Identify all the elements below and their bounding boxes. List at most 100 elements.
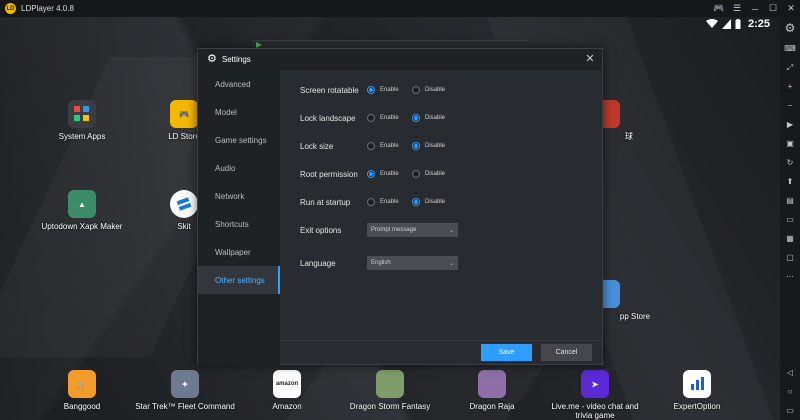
dialog-header: ⚙ Settings ✕ [198,49,602,70]
gear-icon: ⚙ [207,53,217,65]
app-label: Star Trek™ Fleet Command [135,402,235,411]
radio-disable[interactable]: Disable [412,198,457,206]
maximize-icon[interactable]: ☐ [764,0,782,17]
sync-icon[interactable]: ▭ [780,210,800,229]
volume-up-icon[interactable]: + [780,77,800,96]
app-label: Dragon Raja [469,402,515,411]
ldplayer-logo-icon: LD [5,3,16,14]
volume-down-icon[interactable]: − [780,96,800,115]
record-icon[interactable]: ▶ [780,115,800,134]
gamepad-icon[interactable]: 🎮 [710,0,728,17]
apk-install-icon[interactable]: ⬆ [780,172,800,191]
nav-item-shortcuts[interactable]: Shortcuts [198,210,280,238]
fullscreen-icon[interactable]: ⤢ [780,58,800,77]
recents-icon[interactable]: ▭ [780,401,800,420]
nav-item-other-settings[interactable]: Other settings [198,266,280,294]
option-run-at-startup: Run at startup Enable Disable [300,195,457,209]
uptodown-icon: ▲ [68,190,96,218]
wifi-icon [705,19,718,28]
option-exit-options: Exit options Prompt message ⌄ [300,223,458,237]
star-trek-icon: ✦ [171,370,199,398]
radio-enable[interactable]: Enable [367,114,412,122]
save-button[interactable]: Save [481,344,532,361]
menu-icon[interactable]: ☰ [728,0,746,17]
app-label: Uptodown Xapk Maker [41,222,123,231]
expertoption-icon [683,370,711,398]
app-label: Amazon [272,402,302,411]
more-icon[interactable]: ⋯ [780,267,800,286]
app-uptodown[interactable]: ▲ Uptodown Xapk Maker [32,190,132,231]
operation-record-icon[interactable]: ▦ [780,229,800,248]
shake-icon[interactable]: ↻ [780,153,800,172]
app-label: 球 [625,132,633,141]
app-star-trek[interactable]: ✦ Star Trek™ Fleet Command [135,370,235,411]
nav-item-network[interactable]: Network [198,182,280,210]
option-label: Lock landscape [300,113,356,123]
settings-body: Screen rotatable Enable Disable Lock lan… [280,70,602,340]
radio-disable[interactable]: Disable [412,170,457,178]
app-banggood[interactable]: 🛒 Banggood [32,370,132,411]
radio-disable[interactable]: Disable [412,114,457,122]
folder-icon[interactable]: ▢ [780,248,800,267]
select-value: Prompt message [371,227,417,233]
radio-enable[interactable]: Enable [367,198,412,206]
radio-enable[interactable]: Enable [367,170,412,178]
close-icon[interactable]: ✕ [584,53,596,65]
app-dragon-raja[interactable]: Dragon Raja [442,370,542,411]
status-time: 2:25 [747,18,770,30]
radio-disable[interactable]: Disable [412,86,457,94]
settings-dialog: ⚙ Settings ✕ Advanced Model Game setting… [197,48,603,365]
back-icon[interactable]: ◁ [780,363,800,382]
nav-item-advanced[interactable]: Advanced [198,70,280,98]
nav-item-model[interactable]: Model [198,98,280,126]
language-select[interactable]: English ⌄ [367,256,458,270]
window-title-bar: LD LDPlayer 4.0.8 🎮 ☰ ─ ☐ ✕ [0,0,800,17]
option-root-permission: Root permission Enable Disable [300,167,457,181]
minimize-icon[interactable]: ─ [746,0,764,17]
signal-icon [721,19,731,29]
app-expertoption[interactable]: ExpertOption [647,370,747,411]
dragon-storm-icon [376,370,404,398]
exit-options-select[interactable]: Prompt message ⌄ [367,223,458,237]
app-label: Skit [177,222,191,231]
app-label: Banggood [63,402,101,411]
option-lock-size: Lock size Enable Disable [300,139,457,153]
radio-enable[interactable]: Enable [367,86,412,94]
home-icon[interactable]: ○ [780,382,800,401]
close-window-icon[interactable]: ✕ [782,0,800,17]
nav-item-audio[interactable]: Audio [198,154,280,182]
radio-dot-icon [412,114,420,122]
system-apps-icon [68,100,96,128]
option-language: Language English ⌄ [300,256,458,270]
ld-store-icon: 🎮 [170,100,198,128]
radio-dot-icon [412,142,420,150]
app-system-apps[interactable]: System Apps [32,100,132,141]
radio-enable[interactable]: Enable [367,142,412,150]
app-label: ExpertOption [673,402,721,411]
app-liveme[interactable]: ➤ Live.me - video chat and trivia game [545,370,645,420]
cancel-button[interactable]: Cancel [541,344,592,361]
nav-item-wallpaper[interactable]: Wallpaper [198,238,280,266]
screenshot-icon[interactable]: ▣ [780,134,800,153]
nav-item-game-settings[interactable]: Game settings [198,126,280,154]
option-screen-rotatable: Screen rotatable Enable Disable [300,83,457,97]
app-label: Live.me - video chat and trivia game [551,402,639,420]
multi-instance-icon[interactable]: ▤ [780,191,800,210]
app-dragon-storm[interactable]: Dragon Storm Fantasy [340,370,440,411]
radio-dot-icon [367,142,375,150]
radio-dot-icon [367,86,375,94]
app-amazon[interactable]: amazon Amazon [237,370,337,411]
option-label: Screen rotatable [300,85,359,95]
option-label: Root permission [300,169,358,179]
skit-icon [170,190,198,218]
keyboard-mapping-icon[interactable]: ⌨ [780,39,800,58]
radio-disable[interactable]: Disable [412,142,457,150]
app-label: pp Store [619,312,651,321]
radio-dot-icon [367,114,375,122]
option-label: Exit options [300,225,342,235]
battery-icon [735,19,741,29]
option-label: Lock size [300,141,334,151]
dialog-title: Settings [221,55,251,64]
settings-cog-icon[interactable]: ⚙ [780,17,800,39]
chevron-down-icon: ⌄ [448,260,454,267]
